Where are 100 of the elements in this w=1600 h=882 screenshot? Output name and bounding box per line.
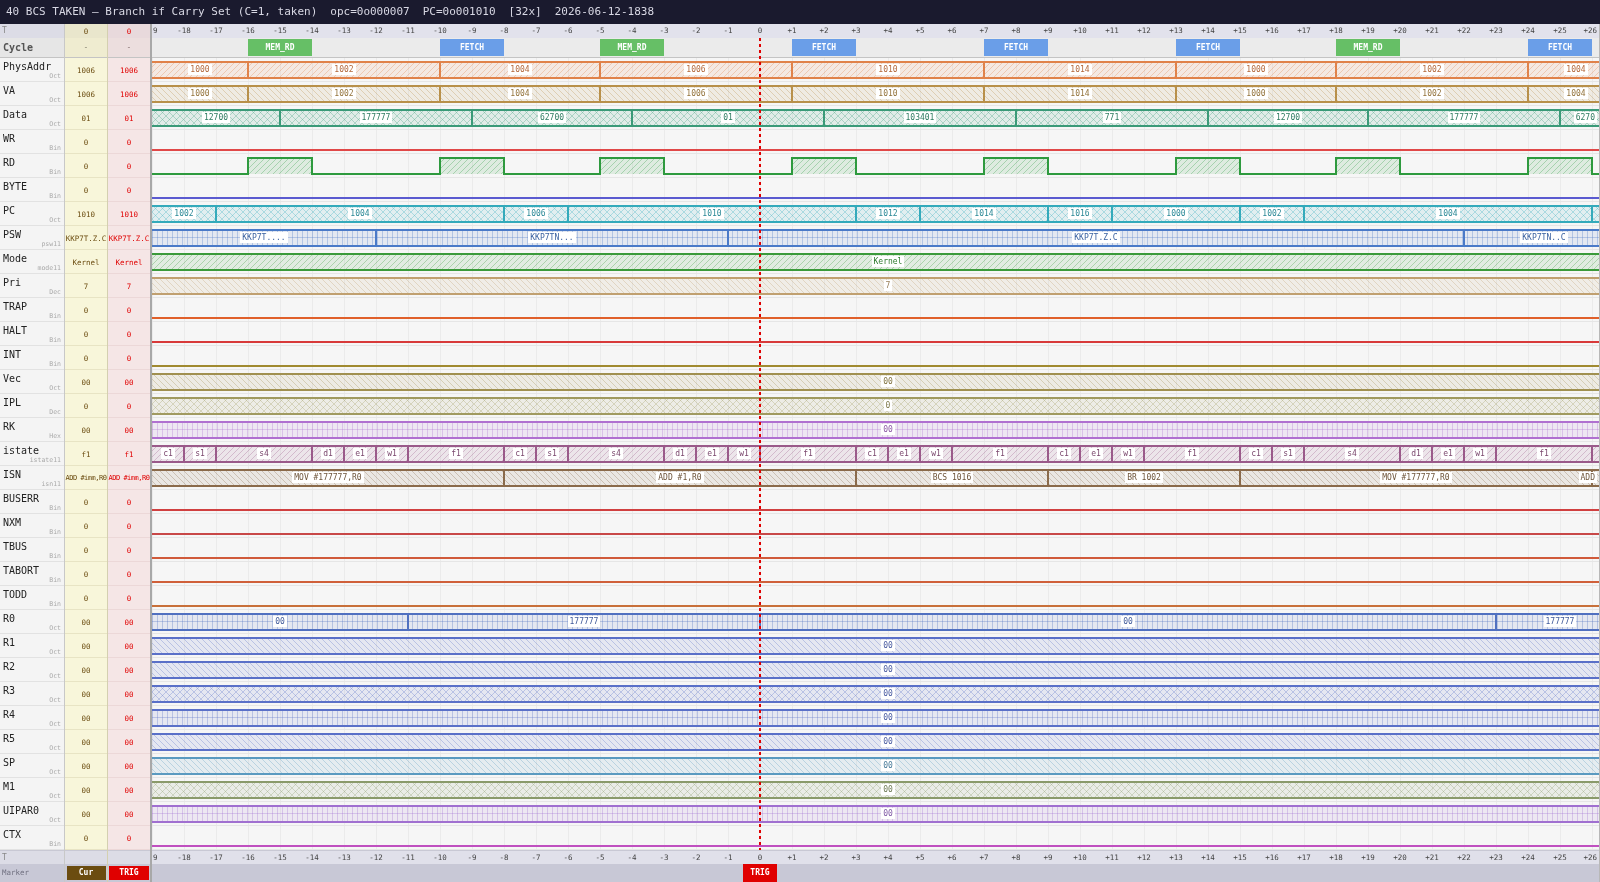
bus-value-label: w1 bbox=[737, 448, 751, 459]
bus-value-label: 1004 bbox=[1436, 208, 1460, 219]
bus-value-label: 00 bbox=[273, 616, 287, 627]
bus-value-label: s1 bbox=[193, 448, 207, 459]
marker-button[interactable]: Cur bbox=[66, 866, 106, 880]
bus-value-label: 6270 bbox=[1573, 112, 1597, 123]
bus-value-label: 1004 bbox=[508, 64, 532, 75]
bus-value-label: w1 bbox=[1473, 448, 1487, 459]
signal-name: SP bbox=[3, 757, 16, 769]
cursor-value: - bbox=[83, 43, 89, 52]
bus-value-label: KKP7TN..C bbox=[1520, 232, 1568, 243]
bus-value-label: 771 bbox=[1102, 112, 1122, 123]
signal-name: RK bbox=[3, 421, 16, 433]
trigger-marker[interactable]: TRIG bbox=[743, 864, 777, 882]
signal-name: WR bbox=[3, 133, 16, 145]
bus-value-label: 1006 bbox=[684, 88, 708, 99]
bus-value-label: 1000 bbox=[1244, 64, 1268, 75]
signal-name: R5 bbox=[3, 733, 16, 745]
bus-value-label: 00 bbox=[881, 760, 895, 771]
bus-value-label: 00 bbox=[881, 640, 895, 651]
bus-value-label: 0 bbox=[883, 400, 893, 411]
signal-name: PSW bbox=[3, 229, 22, 241]
bus-value-label: 00 bbox=[881, 736, 895, 747]
cycle-phase-bar: MEM_RD bbox=[600, 39, 664, 56]
bus-value-label: 12700 bbox=[201, 112, 231, 123]
bus-value-label: w1 bbox=[1121, 448, 1135, 459]
bus-value-label: 1000 bbox=[1244, 88, 1268, 99]
signal-name: ISN bbox=[3, 469, 22, 481]
cycle-phase-bar: FETCH bbox=[1176, 39, 1240, 56]
bus-value-label: s1 bbox=[545, 448, 559, 459]
signal-name: BYTE bbox=[3, 181, 28, 193]
bus-value-label: 1006 bbox=[524, 208, 548, 219]
pc-text: PC=0o001010 bbox=[422, 3, 496, 20]
bus-value-label: f1 bbox=[449, 448, 463, 459]
bus-value-label: 1002 bbox=[1260, 208, 1284, 219]
bus-value-label: c1 bbox=[513, 448, 527, 459]
bus-value-label: 00 bbox=[881, 688, 895, 699]
bus-value-label: 177777 bbox=[567, 616, 601, 627]
cycle-phase-bar: MEM_RD bbox=[248, 39, 312, 56]
bus-value-label: 00 bbox=[881, 784, 895, 795]
signal-name: TBUS bbox=[3, 541, 28, 553]
bus-value-label: 00 bbox=[881, 424, 895, 435]
signal-name: NXM bbox=[3, 517, 22, 529]
signal-name: R0 bbox=[3, 613, 16, 625]
signal-name: IPL bbox=[3, 397, 22, 409]
bus-value-label: 00 bbox=[881, 808, 895, 819]
bus-value-label: 00 bbox=[881, 712, 895, 723]
bus-value-label: 1002 bbox=[332, 88, 356, 99]
bus-value-label: d1 bbox=[321, 448, 335, 459]
bus-value-label: 1010 bbox=[700, 208, 724, 219]
bus-value-label: KKP7T.Z.C bbox=[1072, 232, 1120, 243]
bus-value-label: MOV #177777,R0 bbox=[1380, 472, 1452, 483]
bus-value-label: e1 bbox=[1089, 448, 1103, 459]
signal-name: R2 bbox=[3, 661, 16, 673]
bus-value-label: 177777 bbox=[1543, 616, 1577, 627]
axis-label: T bbox=[2, 26, 7, 36]
bus-value-label: 1004 bbox=[348, 208, 372, 219]
bus-value-label: 1004 bbox=[1564, 88, 1588, 99]
bus-value-label: c1 bbox=[865, 448, 879, 459]
bus-value-label: 1000 bbox=[1164, 208, 1188, 219]
signal-name: R3 bbox=[3, 685, 16, 697]
axis-label: T bbox=[2, 852, 7, 863]
bus-value-label: BR 1002 bbox=[1125, 472, 1163, 483]
bus-value-label: d1 bbox=[1409, 448, 1423, 459]
bus-value-label: f1 bbox=[1185, 448, 1199, 459]
bus-value-label: f1 bbox=[801, 448, 815, 459]
bus-value-label: 177777 bbox=[359, 112, 393, 123]
trigger-value: - bbox=[126, 43, 132, 52]
signal-name: Pri bbox=[3, 277, 22, 289]
opcode-text: opc=0o000007 bbox=[330, 3, 410, 20]
signal-name: PC bbox=[3, 205, 16, 217]
bus-value-label: 1000 bbox=[188, 88, 212, 99]
signal-name: TABORT bbox=[3, 565, 40, 577]
signal-name: TRAP bbox=[3, 301, 28, 313]
bus-value-label: 1012 bbox=[876, 208, 900, 219]
signal-name: TODD bbox=[3, 589, 28, 601]
signal-name: istate bbox=[3, 445, 40, 457]
bus-value-label: ADD #1,R0 bbox=[656, 472, 704, 483]
signal-name: R4 bbox=[3, 709, 16, 721]
bus-value-label: 1004 bbox=[508, 88, 532, 99]
bus-value-label: e1 bbox=[353, 448, 367, 459]
bus-value-label: 1002 bbox=[332, 64, 356, 75]
signal-name: Vec bbox=[3, 373, 22, 385]
bus-value-label: 1016 bbox=[1068, 208, 1092, 219]
marker-button[interactable]: TRIG bbox=[109, 866, 149, 880]
bus-value-label: 1014 bbox=[1068, 64, 1092, 75]
bus-value-label: 1000 bbox=[188, 64, 212, 75]
bus-value-label: 62700 bbox=[537, 112, 567, 123]
bus-value-label: w1 bbox=[929, 448, 943, 459]
bus-value-label: Kernel bbox=[871, 256, 905, 267]
cycle-phase-bar: FETCH bbox=[1528, 39, 1592, 56]
bus-value-label: c1 bbox=[1057, 448, 1071, 459]
bus-value-label: 01 bbox=[721, 112, 735, 123]
bus-value-label: 1002 bbox=[1420, 88, 1444, 99]
bus-value-label: 1014 bbox=[972, 208, 996, 219]
bus-value-label: s1 bbox=[1281, 448, 1295, 459]
bus-value-label: s4 bbox=[257, 448, 271, 459]
cycle-phase-bar: FETCH bbox=[984, 39, 1048, 56]
bus-value-label: c1 bbox=[161, 448, 175, 459]
bus-value-label: d1 bbox=[673, 448, 687, 459]
